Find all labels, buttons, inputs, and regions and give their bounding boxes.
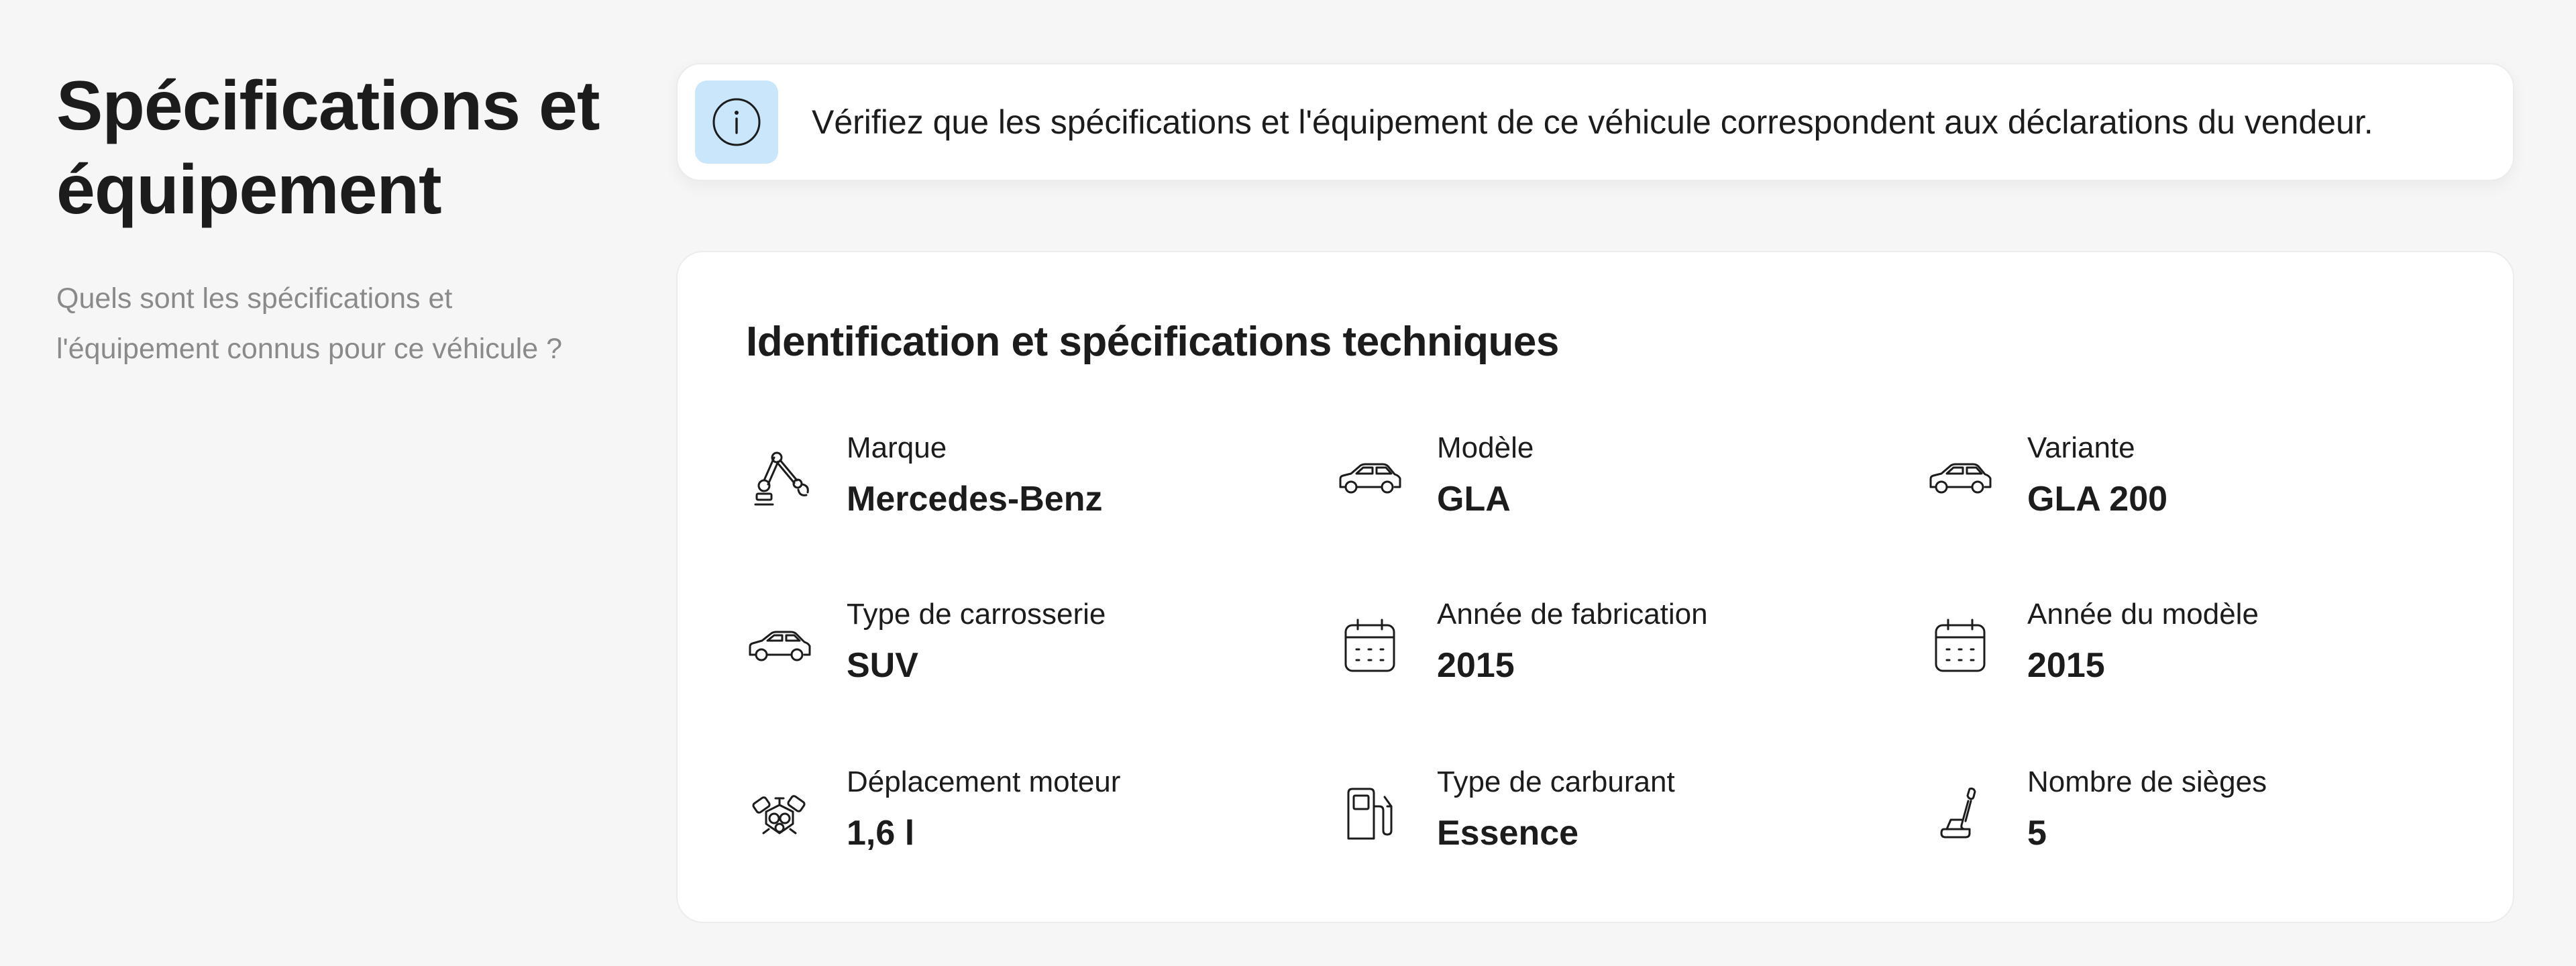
spec-label: Année du modèle bbox=[2027, 598, 2259, 631]
calendar-icon bbox=[1927, 612, 1994, 679]
specs-card: Identification et spécifications techniq… bbox=[676, 251, 2514, 923]
spec-value: Essence bbox=[1437, 814, 1579, 853]
spec-label: Variante bbox=[2027, 431, 2135, 464]
spec-label: Modèle bbox=[1437, 431, 1534, 464]
page-header: Spécifications et équipement Quels sont … bbox=[56, 64, 620, 374]
page-subtitle: Quels sont les spécifications et l'équip… bbox=[56, 282, 563, 365]
spec-model-year: Année du modèle 2015 bbox=[1927, 594, 2477, 702]
fuel-pump-icon bbox=[1336, 780, 1403, 847]
spec-value: GLA bbox=[1437, 480, 1511, 519]
car-icon bbox=[746, 612, 813, 679]
spec-engine-displacement: Déplacement moteur 1,6 l bbox=[746, 762, 1296, 869]
spec-variant: Variante GLA 200 bbox=[1927, 428, 2477, 535]
spec-value: 5 bbox=[2027, 814, 2047, 853]
card-title: Identification et spécifications techniq… bbox=[746, 319, 1559, 365]
spec-label: Année de fabrication bbox=[1437, 598, 1708, 631]
spec-label: Type de carburant bbox=[1437, 765, 1675, 798]
spec-value: SUV bbox=[847, 646, 918, 685]
info-banner-text: Vérifiez que les spécifications et l'équ… bbox=[812, 103, 2373, 141]
page: Spécifications et équipement Quels sont … bbox=[0, 0, 2576, 966]
spec-body-type: Type de carrosserie SUV bbox=[746, 594, 1296, 702]
spec-label: Type de carrosserie bbox=[847, 598, 1106, 631]
car-icon bbox=[1336, 445, 1403, 513]
spec-label: Marque bbox=[847, 431, 947, 464]
page-title: Spécifications et équipement bbox=[56, 67, 600, 229]
seat-icon bbox=[1927, 780, 1994, 847]
spec-model: Modèle GLA bbox=[1336, 428, 1886, 535]
car-icon bbox=[1927, 445, 1994, 513]
spec-label: Déplacement moteur bbox=[847, 765, 1121, 798]
robot-arm-icon bbox=[746, 445, 813, 513]
spec-value: 2015 bbox=[1437, 646, 1515, 685]
info-banner: Vérifiez que les spécifications et l'équ… bbox=[676, 63, 2514, 181]
spec-manufacture-year: Année de fabrication 2015 bbox=[1336, 594, 1886, 702]
calendar-icon bbox=[1336, 612, 1403, 679]
spec-make: Marque Mercedes-Benz bbox=[746, 428, 1296, 535]
info-icon bbox=[695, 80, 778, 164]
spec-value: 1,6 l bbox=[847, 814, 915, 853]
spec-value: GLA 200 bbox=[2027, 480, 2168, 519]
spec-fuel-type: Type de carburant Essence bbox=[1336, 762, 1886, 869]
spec-value: Mercedes-Benz bbox=[847, 480, 1103, 519]
spec-value: 2015 bbox=[2027, 646, 2105, 685]
spec-label: Nombre de sièges bbox=[2027, 765, 2267, 798]
engine-icon bbox=[746, 780, 813, 847]
spec-seat-count: Nombre de sièges 5 bbox=[1927, 762, 2477, 869]
